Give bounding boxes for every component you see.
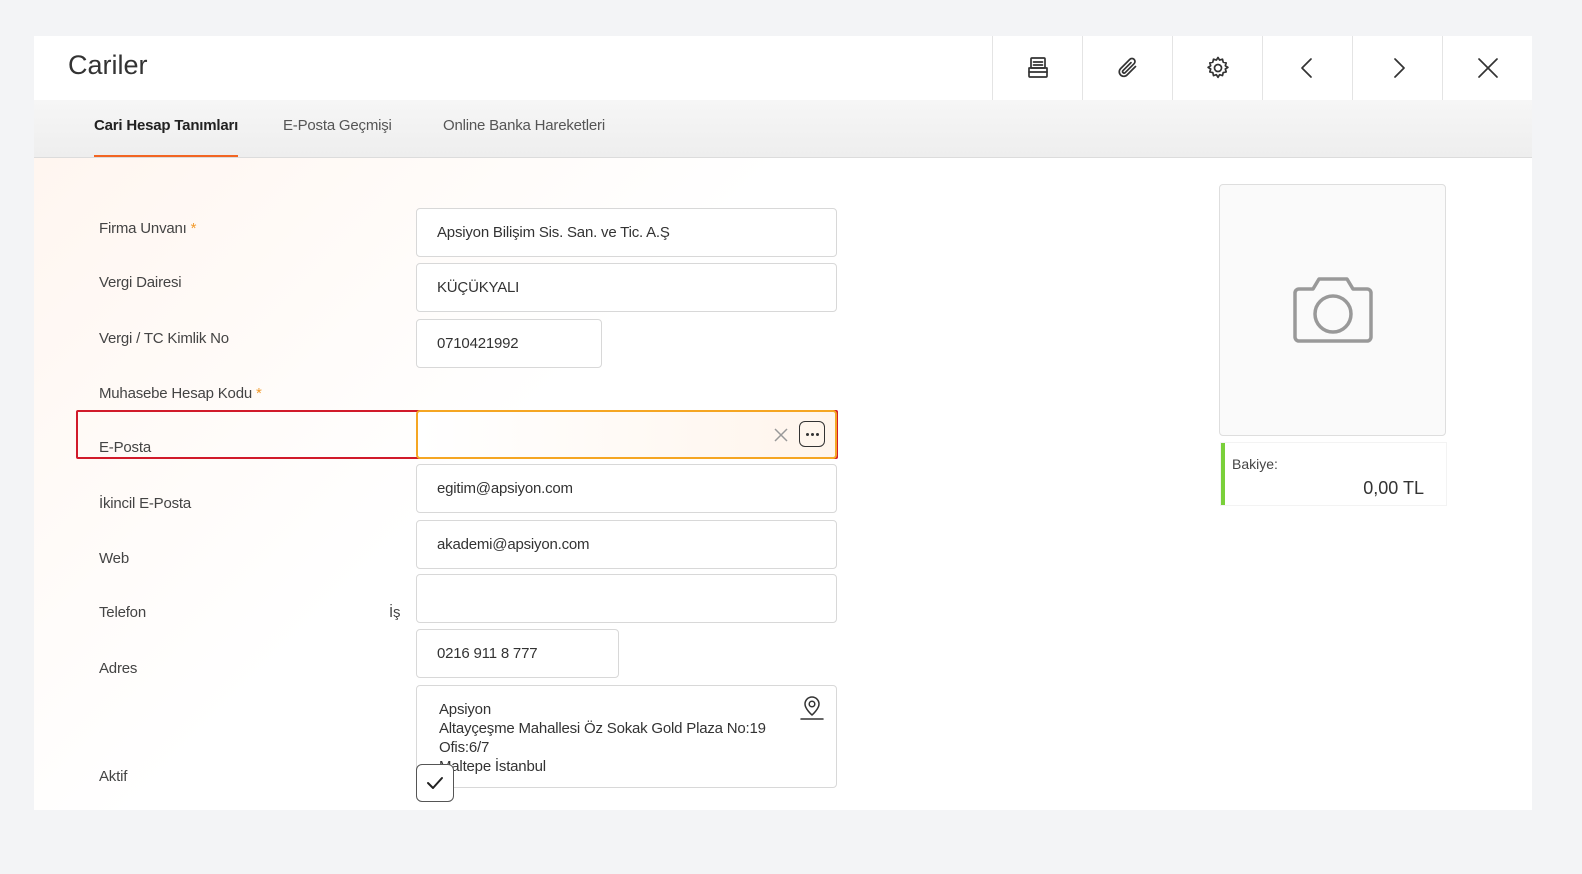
tab-eposta-gecmisi[interactable]: E-Posta Geçmişi	[283, 100, 392, 157]
muhasebe-kodu-label-text: Muhasebe Hesap Kodu	[99, 385, 252, 402]
cariler-window: Cariler Cari Hesap Tanımları E-Posta Geç…	[34, 36, 1532, 810]
required-mark: *	[190, 220, 197, 237]
attach-button[interactable]	[1082, 36, 1172, 100]
web-label: Web	[99, 550, 129, 567]
adres-line: Altayçeşme Mahallesi Öz Sokak Gold Plaza…	[439, 720, 766, 737]
title-bar: Cariler	[34, 36, 1532, 100]
next-button[interactable]	[1352, 36, 1442, 100]
chevron-left-icon	[1300, 58, 1312, 78]
ikincil-eposta-label: İkincil E-Posta	[99, 495, 192, 512]
tab-cari-hesap-tanimlari[interactable]: Cari Hesap Tanımları	[94, 100, 238, 157]
muhasebe-kodu-label: Muhasebe Hesap Kodu *	[99, 385, 262, 402]
previous-button[interactable]	[1262, 36, 1352, 100]
close-button[interactable]	[1442, 36, 1532, 100]
form-content: Firma Unvanı * Apsiyon Bilişim Sis. San. …	[34, 158, 1532, 810]
print-button[interactable]	[992, 36, 1082, 100]
adres-line: Maltepe İstanbul	[439, 758, 546, 775]
map-pin-icon[interactable]	[798, 694, 826, 727]
balance-label: Bakiye:	[1232, 456, 1278, 472]
eposta-label: E-Posta	[99, 439, 151, 456]
settings-button[interactable]	[1172, 36, 1262, 100]
adres-textarea[interactable]: Apsiyon Altayçeşme Mahallesi Öz Sokak Go…	[416, 685, 837, 788]
paperclip-icon	[1117, 57, 1136, 78]
photo-upload[interactable]	[1219, 184, 1446, 436]
more-options-icon[interactable]	[799, 421, 825, 447]
toolbar	[992, 36, 1532, 100]
telefon-label: Telefon	[99, 604, 146, 621]
vergi-no-label: Vergi / TC Kimlik No	[99, 330, 229, 347]
vergi-no-input[interactable]: 0710421992	[416, 319, 602, 368]
close-icon	[1477, 58, 1498, 78]
telefon-input[interactable]: 0216 911 8 777	[416, 629, 619, 678]
adres-label: Adres	[99, 660, 138, 677]
camera-icon	[1292, 277, 1373, 343]
print-icon	[1027, 57, 1048, 78]
gear-icon	[1206, 56, 1229, 79]
web-input[interactable]	[416, 574, 837, 623]
aktif-label: Aktif	[99, 768, 128, 785]
page-title: Cariler	[68, 50, 148, 80]
chevron-right-icon	[1393, 58, 1405, 78]
vergi-dairesi-label: Vergi Dairesi	[99, 274, 182, 291]
clear-icon[interactable]	[774, 428, 788, 447]
firma-unvani-input[interactable]: Apsiyon Bilişim Sis. San. ve Tic. A.Ş	[416, 208, 837, 257]
aktif-checkbox[interactable]	[416, 764, 454, 802]
vergi-dairesi-input[interactable]: KÜÇÜKYALI	[416, 263, 837, 312]
ikincil-eposta-input[interactable]: akademi@apsiyon.com	[416, 520, 837, 569]
eposta-input[interactable]: egitim@apsiyon.com	[416, 464, 837, 513]
firma-unvani-label-text: Firma Unvanı	[99, 220, 187, 237]
balance-card: Bakiye: 0,00 TL	[1221, 443, 1446, 505]
adres-line: Apsiyon	[439, 701, 491, 718]
required-mark: *	[255, 385, 262, 402]
check-icon	[427, 777, 443, 789]
telefon-type-label: İş	[389, 604, 401, 621]
firma-unvani-label: Firma Unvanı *	[99, 220, 196, 237]
adres-line: Ofis:6/7	[439, 739, 490, 756]
tab-online-banka-hareketleri[interactable]: Online Banka Hareketleri	[443, 100, 605, 157]
balance-value: 0,00 TL	[1363, 478, 1424, 498]
tab-bar: Cari Hesap Tanımları E-Posta Geçmişi Onl…	[34, 100, 1532, 158]
